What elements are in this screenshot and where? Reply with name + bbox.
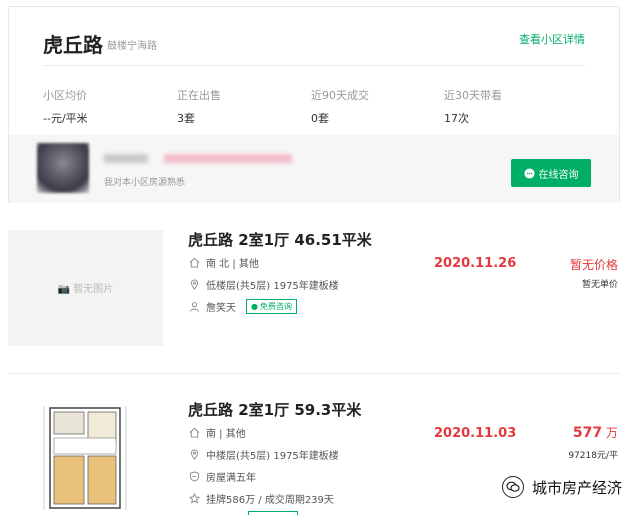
stat-value: 0套 <box>311 112 329 125</box>
price-unit: 万 <box>605 426 618 440</box>
listing-date: 2020.11.26 <box>434 256 517 271</box>
online-consult-button[interactable]: 在线咨询 <box>511 159 591 187</box>
agent-name-blurred <box>104 154 148 163</box>
chat-icon: ● <box>251 302 258 311</box>
community-district: 鼓楼宁海路 <box>107 41 157 52</box>
consult-label: 在线咨询 <box>538 169 579 181</box>
listing-agent: 詹笑天 ● 免费咨询 <box>188 299 297 314</box>
community-detail-link[interactable]: 查看小区详情 <box>519 31 585 47</box>
location-icon <box>188 279 200 291</box>
listing-floor: 低楼层(共5层) 1975年建板楼 <box>188 277 339 292</box>
stat-viewings-30d: 近30天带看 17次 <box>444 87 574 126</box>
person-icon <box>188 301 200 313</box>
agent-bar: 我对本小区房源熟悉 在线咨询 <box>9 135 619 203</box>
no-image-placeholder: 📷 暂无图片 <box>57 284 114 295</box>
listing-thumbnail[interactable] <box>8 400 163 516</box>
chat-icon <box>523 167 535 179</box>
stat-value: 3套 <box>177 112 195 125</box>
listing-divider <box>8 373 620 374</box>
listing-title[interactable]: 虎丘路 2室1厅 46.51平米 <box>188 229 372 250</box>
community-name: 虎丘路 <box>43 33 103 57</box>
free-consult-tag[interactable]: ● 免费咨询 <box>246 299 297 314</box>
stat-avg-price: 小区均价 --元/平米 <box>43 87 173 126</box>
listing-floor: 中楼层(共5层) 1975年建板楼 <box>188 447 339 462</box>
listing-feature: 房屋满五年 <box>188 469 256 484</box>
stat-sold-90d: 近90天成交 0套 <box>311 87 441 126</box>
agent-name: 詹笑天 <box>206 303 236 314</box>
stat-value: 17次 <box>444 112 469 125</box>
listing-orientation: 南 北 | 其他 <box>188 255 259 270</box>
watermark-text: 城市房产经济 <box>531 478 622 497</box>
stat-label: 小区均价 <box>43 89 87 102</box>
listing-price: 暂无价格 <box>569 258 618 272</box>
agent-phone-blurred <box>164 154 292 163</box>
house-icon <box>188 427 200 439</box>
watermark: 城市房产经济 <box>501 476 622 498</box>
stat-label: 正在出售 <box>177 89 221 102</box>
listing-tag-cut <box>248 511 298 515</box>
stat-label: 近90天成交 <box>311 89 369 102</box>
agent-avatar[interactable] <box>37 143 89 193</box>
divider <box>43 65 585 66</box>
floor-plan-image <box>43 406 127 510</box>
star-icon <box>188 493 200 505</box>
agent-description: 我对本小区房源熟悉 <box>104 178 186 188</box>
community-card: 虎丘路 鼓楼宁海路 查看小区详情 小区均价 --元/平米 正在出售 3套 近90… <box>8 6 620 203</box>
listing-unit-price: 97218元/平 <box>568 451 618 461</box>
price-value: 577 <box>572 425 603 441</box>
listing-deal-info: 挂牌586万 / 成交周期239天 <box>188 491 334 506</box>
stat-on-sale: 正在出售 3套 <box>177 87 307 126</box>
listing-orientation: 南 | 其他 <box>188 425 246 440</box>
listing-date: 2020.11.03 <box>434 426 517 441</box>
location-icon <box>188 449 200 461</box>
listing-title[interactable]: 虎丘路 2室1厅 59.3平米 <box>188 399 361 420</box>
camera-icon: 📷 <box>57 284 71 295</box>
listing-unit-price: 暂无单价 <box>581 280 618 290</box>
stat-label: 近30天带看 <box>444 89 502 102</box>
listing-thumbnail[interactable]: 📷 暂无图片 <box>8 230 163 346</box>
shield-icon <box>188 471 200 483</box>
listing-price: 577 万 <box>573 424 618 441</box>
wechat-logo-icon <box>501 476 524 498</box>
house-icon <box>188 257 200 269</box>
stat-value: --元/平米 <box>43 112 88 125</box>
